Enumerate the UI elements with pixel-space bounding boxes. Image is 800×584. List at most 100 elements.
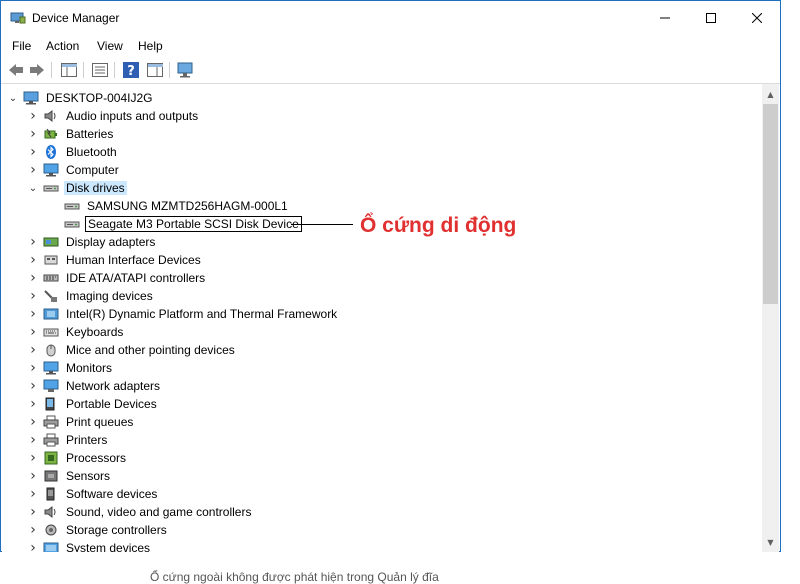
maximize-button[interactable] bbox=[688, 1, 734, 35]
device-manager-window: Device Manager File Action View Help ? ⌄… bbox=[0, 0, 781, 552]
tree-item-keyboards[interactable]: › Keyboards bbox=[27, 323, 125, 341]
close-button[interactable] bbox=[734, 1, 780, 35]
tree-item-software-devices[interactable]: › Software devices bbox=[27, 485, 159, 503]
tree-item-processors[interactable]: › Processors bbox=[27, 449, 128, 467]
help-button[interactable]: ? bbox=[122, 61, 140, 79]
chevron-right-icon[interactable]: › bbox=[27, 431, 39, 449]
chevron-right-icon[interactable]: › bbox=[27, 539, 39, 552]
show-hide-console-tree-button[interactable] bbox=[60, 61, 78, 79]
chevron-right-icon[interactable]: › bbox=[27, 395, 39, 413]
tree-item-intel-r-dynamic-platform-and-thermal-framework[interactable]: › Intel(R) Dynamic Platform and Thermal F… bbox=[27, 305, 339, 323]
chevron-down-icon[interactable]: ⌄ bbox=[27, 179, 39, 197]
tree-item-label: Processors bbox=[66, 451, 127, 465]
tree-item-seagate-m3-portable-scsi-disk-device[interactable]: Seagate M3 Portable SCSI Disk Device bbox=[64, 215, 302, 233]
tree-item-portable-devices[interactable]: › Portable Devices bbox=[27, 395, 159, 413]
menu-view[interactable]: View bbox=[97, 39, 123, 53]
tree-item-audio-inputs-and-outputs[interactable]: › Audio inputs and outputs bbox=[27, 107, 200, 125]
menu-help[interactable]: Help bbox=[138, 39, 163, 53]
chevron-right-icon[interactable]: › bbox=[27, 449, 39, 467]
minimize-icon bbox=[660, 17, 670, 19]
chevron-right-icon[interactable]: › bbox=[27, 413, 39, 431]
chevron-right-icon[interactable]: › bbox=[27, 359, 39, 377]
chevron-right-icon[interactable]: › bbox=[27, 305, 39, 323]
tree-item-label: Software devices bbox=[66, 487, 158, 501]
system-device-icon bbox=[43, 541, 59, 552]
tree-item-monitors[interactable]: › Monitors bbox=[27, 359, 114, 377]
monitor-icon bbox=[43, 163, 59, 177]
tree-item-human-interface-devices[interactable]: › Human Interface Devices bbox=[27, 251, 203, 269]
tree-item-label: Seagate M3 Portable SCSI Disk Device bbox=[85, 216, 302, 232]
device-manager-app-icon bbox=[10, 12, 26, 24]
tree-item-label: Sound, video and game controllers bbox=[66, 505, 252, 519]
tree-item-network-adapters[interactable]: › Network adapters bbox=[27, 377, 162, 395]
speaker-icon bbox=[43, 109, 59, 123]
svg-text:?: ? bbox=[127, 64, 135, 78]
keyboard-icon bbox=[43, 325, 59, 339]
back-button[interactable] bbox=[7, 61, 25, 79]
forward-button[interactable] bbox=[28, 61, 46, 79]
chevron-right-icon[interactable]: › bbox=[27, 143, 39, 161]
tree-item-label: Disk drives bbox=[64, 181, 127, 195]
tree-item-label: System devices bbox=[66, 541, 151, 552]
properties-icon bbox=[92, 63, 108, 77]
computer-root-icon bbox=[23, 91, 39, 105]
chevron-right-icon[interactable]: › bbox=[27, 287, 39, 305]
properties-button[interactable] bbox=[91, 61, 109, 79]
toolbar-separator bbox=[114, 62, 115, 78]
battery-icon bbox=[43, 127, 59, 141]
sensor-icon bbox=[43, 469, 59, 483]
monitor-icon bbox=[43, 361, 59, 375]
action-pane-button[interactable] bbox=[146, 61, 164, 79]
tree-item-label: Keyboards bbox=[66, 325, 124, 339]
chevron-right-icon[interactable]: › bbox=[27, 485, 39, 503]
tree-item-sensors[interactable]: › Sensors bbox=[27, 467, 112, 485]
toolbar-separator bbox=[83, 62, 84, 78]
vertical-scrollbar[interactable]: ▲ ▼ bbox=[762, 84, 779, 552]
chevron-right-icon[interactable]: › bbox=[27, 341, 39, 359]
chevron-right-icon[interactable]: › bbox=[27, 521, 39, 539]
tree-item-samsung-mzmtd256hagm-000l1[interactable]: SAMSUNG MZMTD256HAGM-000L1 bbox=[64, 197, 290, 215]
chevron-right-icon[interactable]: › bbox=[27, 503, 39, 521]
chevron-right-icon[interactable]: › bbox=[27, 269, 39, 287]
tree-item-disk-drives[interactable]: ⌄ Disk drives bbox=[27, 179, 127, 197]
tree-item-mice-and-other-pointing-devices[interactable]: › Mice and other pointing devices bbox=[27, 341, 237, 359]
chevron-down-icon[interactable]: ⌄ bbox=[7, 89, 19, 107]
tree-item-sound-video-and-game-controllers[interactable]: › Sound, video and game controllers bbox=[27, 503, 253, 521]
chevron-right-icon[interactable]: › bbox=[27, 323, 39, 341]
background-caption: Ổ cứng ngoài không được phát hiện trong … bbox=[150, 570, 439, 584]
tree-item-display-adapters[interactable]: › Display adapters bbox=[27, 233, 157, 251]
tree-item-label: Storage controllers bbox=[66, 523, 167, 537]
chevron-right-icon[interactable]: › bbox=[27, 161, 39, 179]
tree-item-bluetooth[interactable]: › Bluetooth bbox=[27, 143, 119, 161]
tree-item-label: Printers bbox=[66, 433, 108, 447]
tree-item-printers[interactable]: › Printers bbox=[27, 431, 109, 449]
chevron-right-icon[interactable]: › bbox=[27, 377, 39, 395]
minimize-button[interactable] bbox=[642, 1, 688, 35]
scrollbar-thumb[interactable] bbox=[763, 104, 778, 304]
chevron-right-icon[interactable]: › bbox=[27, 251, 39, 269]
chevron-right-icon[interactable]: › bbox=[27, 125, 39, 143]
chevron-right-icon[interactable]: › bbox=[27, 467, 39, 485]
scan-hardware-button[interactable] bbox=[177, 61, 195, 79]
monitor-scan-icon bbox=[177, 62, 193, 78]
menu-action[interactable]: Action bbox=[46, 39, 79, 53]
camera-icon bbox=[43, 289, 59, 303]
storage-controller-icon bbox=[43, 523, 59, 537]
ide-controller-icon bbox=[43, 271, 59, 285]
tree-root[interactable]: ⌄ DESKTOP-004IJ2G bbox=[7, 89, 155, 107]
scroll-down-arrow[interactable]: ▼ bbox=[762, 534, 779, 550]
chevron-right-icon[interactable]: › bbox=[27, 107, 39, 125]
chevron-right-icon[interactable]: › bbox=[27, 233, 39, 251]
tree-item-system-devices[interactable]: › System devices bbox=[27, 539, 152, 552]
tree-item-print-queues[interactable]: › Print queues bbox=[27, 413, 135, 431]
tree-item-ide-ata-atapi-controllers[interactable]: › IDE ATA/ATAPI controllers bbox=[27, 269, 207, 287]
disk-drive-icon bbox=[64, 217, 80, 231]
tree-item-batteries[interactable]: › Batteries bbox=[27, 125, 115, 143]
tree-item-storage-controllers[interactable]: › Storage controllers bbox=[27, 521, 169, 539]
tree-item-label: Bluetooth bbox=[66, 145, 117, 159]
tree-item-imaging-devices[interactable]: › Imaging devices bbox=[27, 287, 155, 305]
tree-item-computer[interactable]: › Computer bbox=[27, 161, 121, 179]
scroll-up-arrow[interactable]: ▲ bbox=[762, 86, 779, 102]
menu-file[interactable]: File bbox=[12, 39, 31, 53]
chip-icon bbox=[43, 307, 59, 321]
